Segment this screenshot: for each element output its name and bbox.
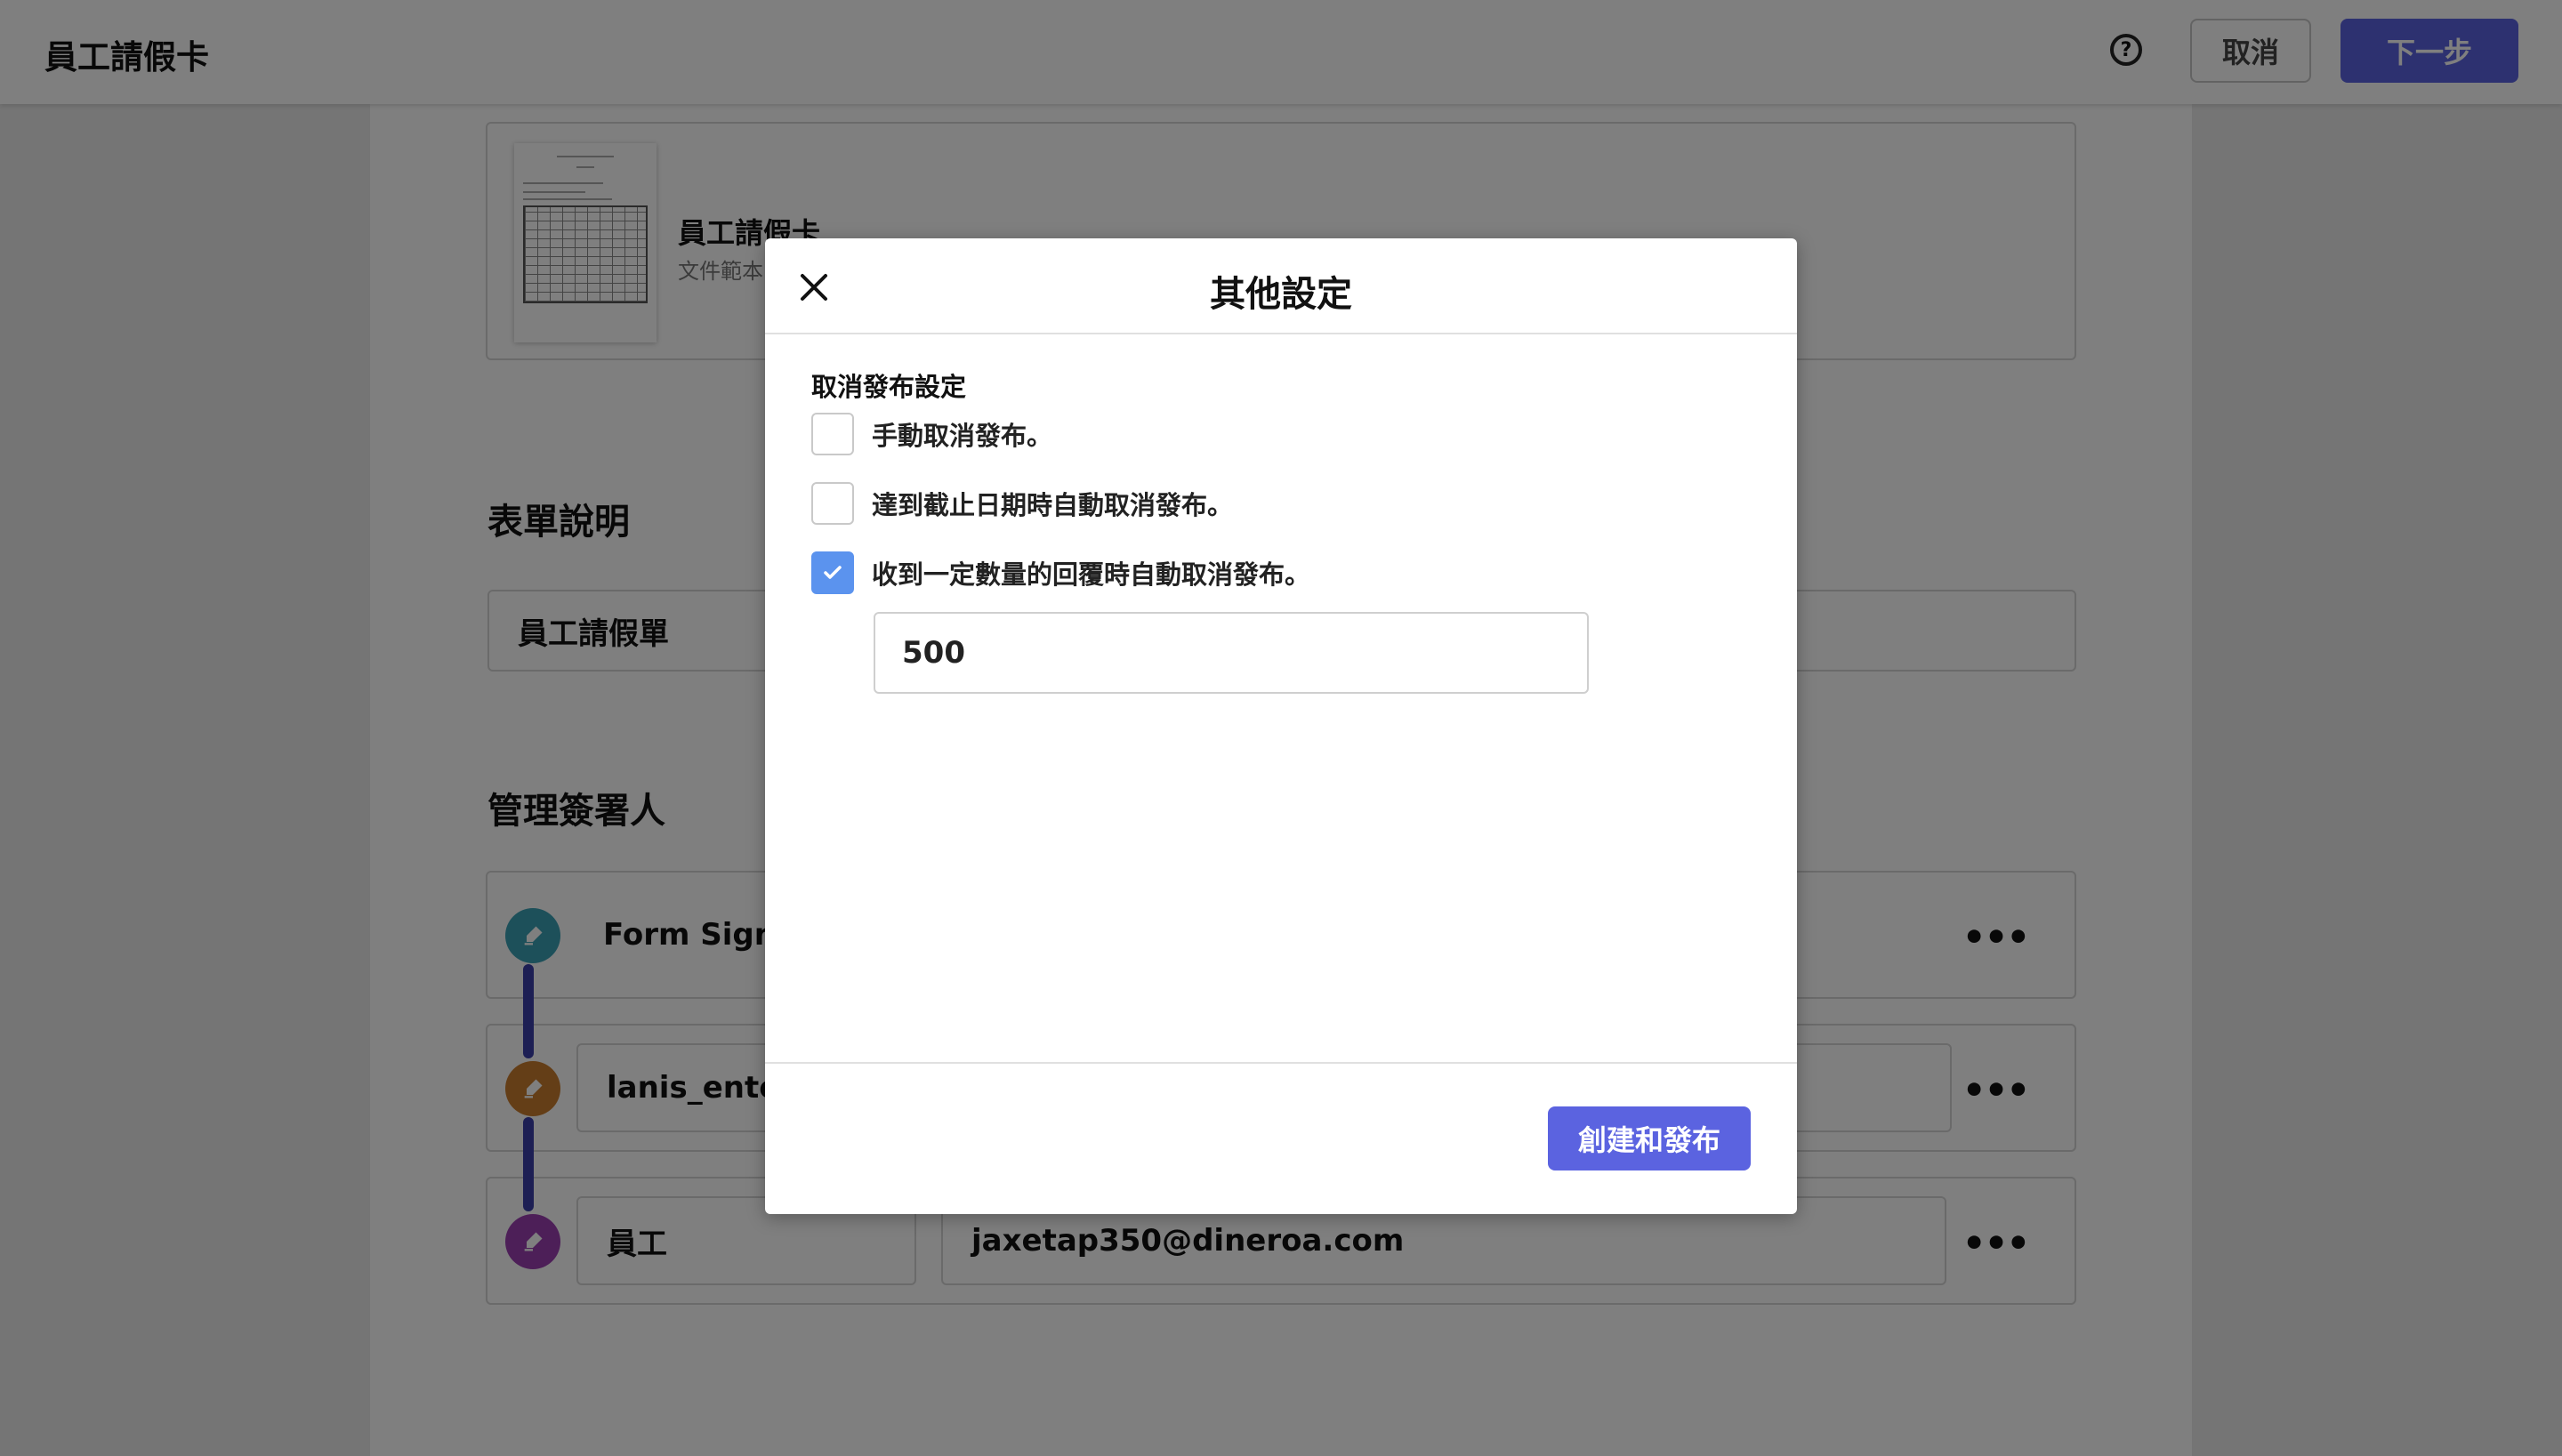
modal-footer-divider [765,1062,1797,1064]
create-and-publish-button[interactable]: 創建和發布 [1548,1106,1751,1170]
option-label: 收到一定數量的回覆時自動取消發布。 [872,559,1311,590]
option-manual-unpublish[interactable]: 手動取消發布。 [811,413,1052,455]
option-deadline-unpublish[interactable]: 達到截止日期時自動取消發布。 [811,482,1233,525]
settings-modal: 其他設定 取消發布設定 手動取消發布。 達到截止日期時自動取消發布。 收到一定數… [765,238,1797,1214]
modal-header: 其他設定 [765,238,1797,334]
option-label: 達到截止日期時自動取消發布。 [872,490,1234,520]
checkbox[interactable] [811,482,854,525]
checkbox[interactable] [811,413,854,455]
option-response-count-unpublish[interactable]: 收到一定數量的回覆時自動取消發布。 [811,551,1310,594]
response-count-input[interactable] [874,612,1589,694]
option-label: 手動取消發布。 [872,421,1053,451]
modal-title: 其他設定 [1210,274,1352,315]
unpublish-settings-title: 取消發布設定 [811,372,967,402]
checkmark-icon [824,566,842,579]
checkbox-checked[interactable] [811,551,854,594]
